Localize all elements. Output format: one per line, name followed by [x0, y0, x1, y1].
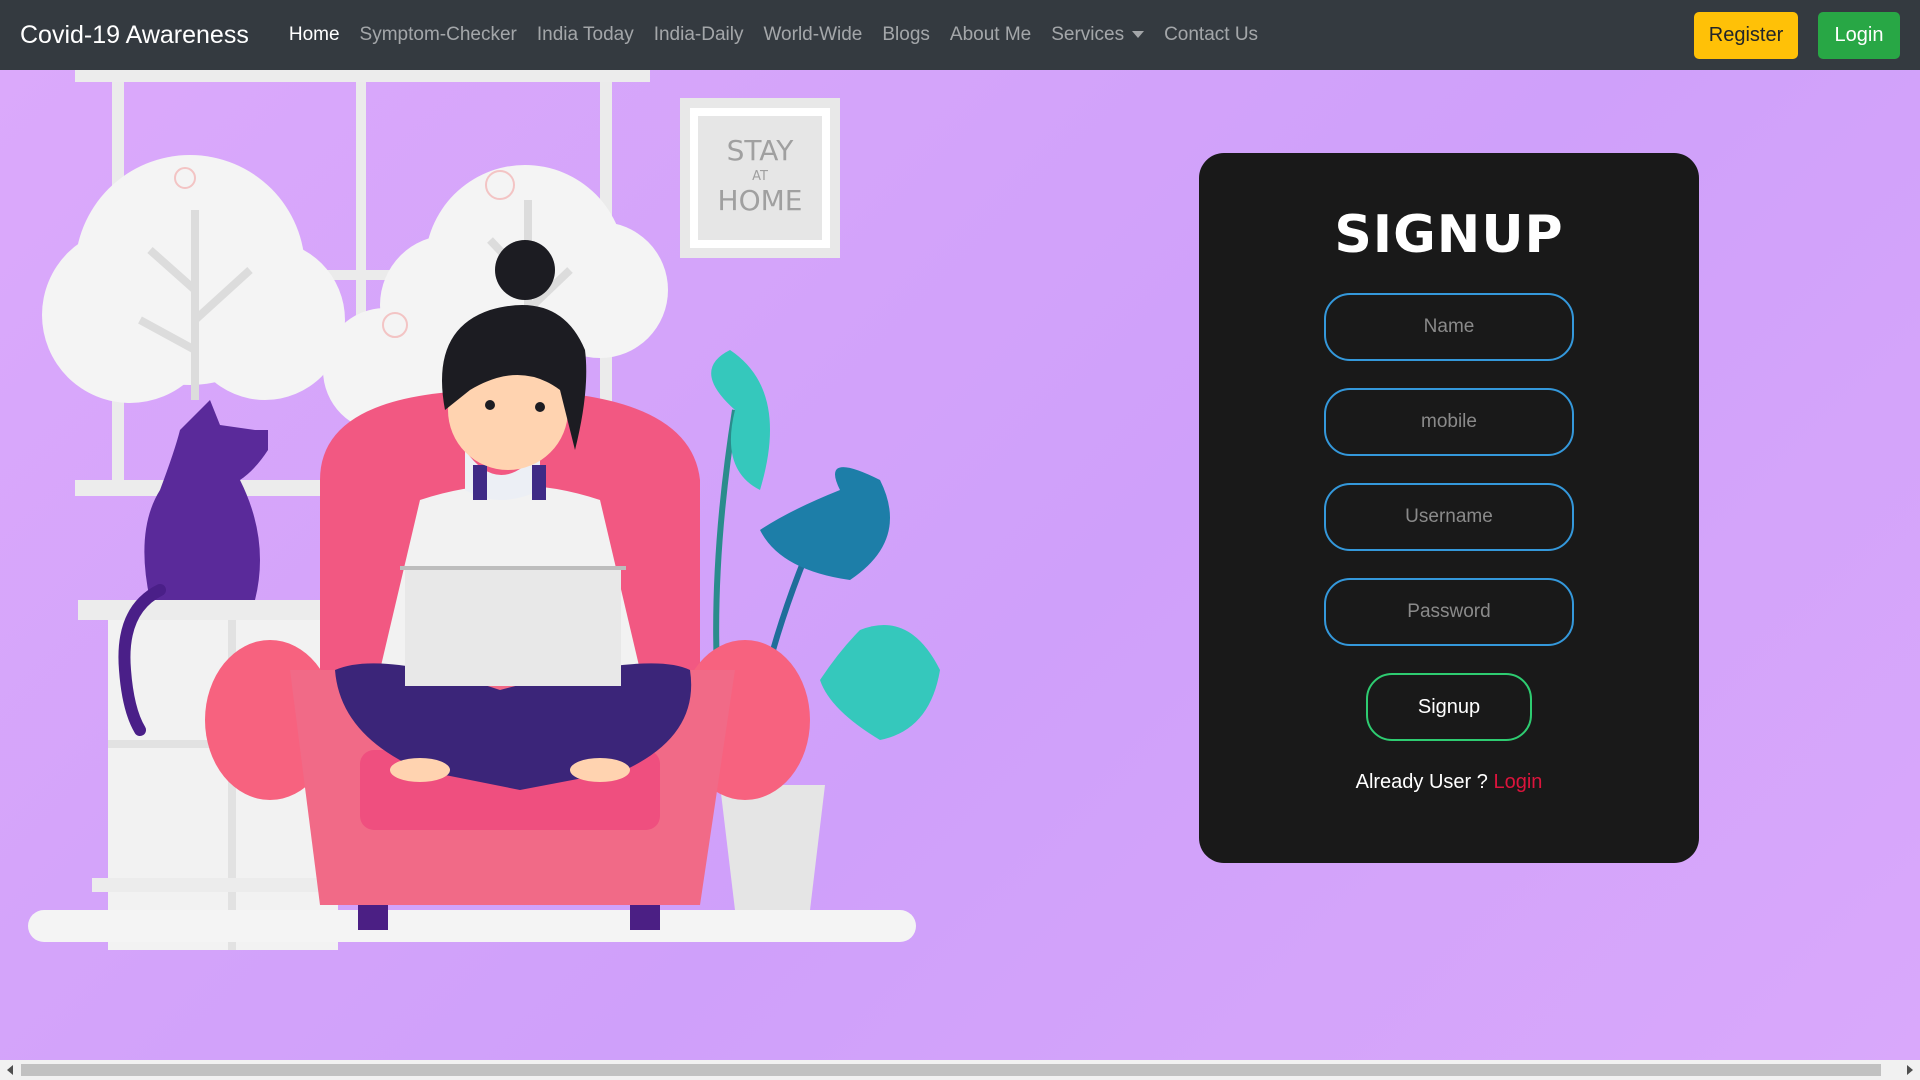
mobile-input[interactable] — [1324, 388, 1574, 456]
poster-line2: AT — [752, 169, 768, 184]
register-button[interactable]: Register — [1694, 11, 1798, 59]
floor-illustration — [28, 910, 916, 942]
nav-services-dropdown[interactable]: Services — [1041, 24, 1154, 46]
nav-blogs[interactable]: Blogs — [872, 24, 940, 46]
plant-illustration — [711, 350, 940, 910]
signup-card: SIGNUP Signup Already User ? Login — [1199, 153, 1699, 863]
nav-india-today[interactable]: India Today — [527, 24, 644, 46]
nav-world-wide[interactable]: World-Wide — [753, 24, 872, 46]
name-input[interactable] — [1324, 293, 1574, 361]
nav-home[interactable]: Home — [279, 24, 350, 46]
caret-down-icon — [1132, 31, 1145, 39]
poster-line1: STAY — [727, 134, 795, 167]
nav-links: Home Symptom-Checker India Today India-D… — [279, 24, 1268, 46]
signup-button[interactable]: Signup — [1366, 673, 1532, 741]
nav-symptom-checker[interactable]: Symptom-Checker — [350, 24, 527, 46]
already-user-label: Already User ? — [1355, 771, 1488, 793]
nav-india-daily[interactable]: India-Daily — [644, 24, 754, 46]
navbar: Covid-19 Awareness Home Symptom-Checker … — [0, 0, 1920, 70]
already-user-text: Already User ? Login — [1356, 771, 1543, 794]
nav-about-me[interactable]: About Me — [940, 24, 1041, 46]
signup-title: SIGNUP — [1334, 205, 1564, 265]
scrollbar-thumb[interactable] — [21, 1064, 1881, 1076]
scroll-left-arrow-icon[interactable] — [7, 1065, 13, 1075]
scroll-right-arrow-icon[interactable] — [1907, 1065, 1913, 1075]
poster-line3: HOME — [718, 184, 803, 217]
stay-at-home-poster: STAY AT HOME — [680, 98, 840, 258]
nav-services-label: Services — [1051, 24, 1125, 45]
horizontal-scrollbar[interactable] — [0, 1060, 1920, 1080]
login-link[interactable]: Login — [1493, 771, 1542, 793]
main-section: STAY AT HOME SIGNUP Name mobile Username… — [0, 70, 1920, 1060]
username-input[interactable] — [1324, 483, 1574, 551]
stay-at-home-illustration: STAY AT HOME — [28, 70, 940, 950]
nav-contact-us[interactable]: Contact Us — [1154, 24, 1268, 46]
brand[interactable]: Covid-19 Awareness — [20, 21, 249, 50]
nav-actions: Register Login — [1694, 11, 1900, 59]
password-input[interactable] — [1324, 578, 1574, 646]
login-button[interactable]: Login — [1818, 11, 1900, 59]
